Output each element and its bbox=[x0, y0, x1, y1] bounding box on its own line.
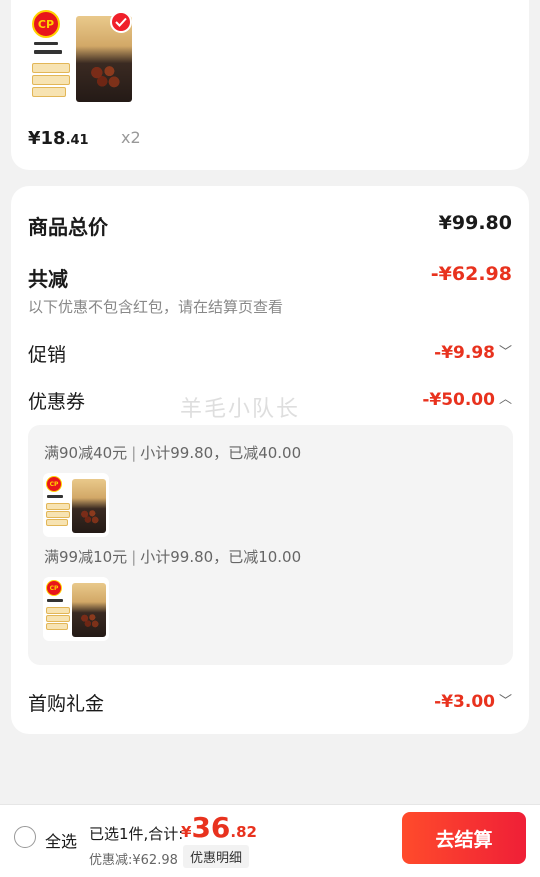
brand-text-line bbox=[47, 599, 63, 602]
checkout-button[interactable]: 去结算 bbox=[402, 812, 526, 864]
brand-logo: CP bbox=[46, 476, 62, 492]
total-int: 36 bbox=[191, 811, 231, 844]
feature-tag bbox=[46, 607, 70, 614]
item-price: ¥18.41 bbox=[28, 128, 89, 149]
check-icon[interactable] bbox=[110, 11, 132, 33]
coupon-rule-text: 满99减10元 bbox=[44, 548, 128, 566]
watermark: 羊毛小队长 bbox=[180, 397, 301, 422]
chevron-down-icon: ﹀ bbox=[498, 694, 512, 709]
coupon-row[interactable]: -¥50.00 ︿ bbox=[422, 388, 512, 410]
brand-logo: CP bbox=[32, 10, 60, 38]
discount-label: 共减 bbox=[28, 267, 68, 291]
item-price-int: ¥18 bbox=[28, 128, 66, 149]
total-label: 商品总价 bbox=[28, 215, 108, 239]
feature-tag bbox=[46, 623, 68, 630]
discount-value: -¥62.98 bbox=[430, 263, 512, 285]
coupon-detail-text: 小计99.80，已减40.00 bbox=[140, 444, 302, 462]
item-price-dec: .41 bbox=[65, 133, 89, 148]
coupon-rule: 满90减40元 | 小计99.80，已减40.00 bbox=[44, 444, 302, 462]
coupon-rule-text: 满90减40元 bbox=[44, 444, 128, 462]
promo-value: -¥9.98 bbox=[434, 343, 495, 363]
coupon-product-thumbnail[interactable]: CP bbox=[43, 473, 109, 537]
feature-tag bbox=[32, 87, 66, 97]
promo-label: 促销 bbox=[28, 344, 67, 366]
total-price: ¥36.82 bbox=[181, 811, 257, 844]
coupon-label: 优惠券 bbox=[28, 391, 86, 413]
product-bag-image bbox=[72, 479, 106, 533]
feature-tag bbox=[46, 519, 68, 526]
item-quantity: x2 bbox=[121, 128, 141, 147]
total-value: ¥99.80 bbox=[438, 212, 512, 234]
gift-value: -¥3.00 bbox=[434, 692, 495, 712]
gift-label: 首购礼金 bbox=[28, 693, 105, 715]
chevron-down-icon: ﹀ bbox=[498, 345, 512, 360]
select-all-radio[interactable] bbox=[14, 826, 36, 848]
brand-logo: CP bbox=[46, 580, 62, 596]
feature-tag bbox=[46, 503, 70, 510]
coupon-value: -¥50.00 bbox=[422, 390, 495, 410]
discount-summary-text: 优惠减:¥62.98 bbox=[89, 853, 178, 868]
brand-text-line bbox=[34, 42, 58, 45]
discount-detail-button[interactable]: 优惠明细 bbox=[183, 845, 250, 868]
feature-tag bbox=[46, 615, 70, 622]
coupon-rule: 满99减10元 | 小计99.80，已减10.00 bbox=[44, 548, 302, 566]
product-name-line bbox=[34, 50, 62, 54]
select-all-label[interactable]: 全选 bbox=[45, 828, 77, 852]
gift-row[interactable]: -¥3.00 ﹀ bbox=[434, 690, 512, 712]
product-bag-image bbox=[72, 583, 106, 637]
chevron-up-icon: ︿ bbox=[498, 392, 512, 407]
promo-row[interactable]: -¥9.98 ﹀ bbox=[434, 341, 512, 363]
total-yen: ¥ bbox=[181, 823, 192, 841]
total-dec: .82 bbox=[230, 823, 257, 841]
coupon-product-thumbnail[interactable]: CP bbox=[43, 577, 109, 641]
discount-note: 以下优惠不包含红包，请在结算页查看 bbox=[28, 298, 284, 316]
coupon-detail-text: 小计99.80，已减10.00 bbox=[140, 548, 302, 566]
feature-tag bbox=[46, 511, 70, 518]
selected-count-text: 已选1件,合计: bbox=[89, 825, 184, 843]
brand-text-line bbox=[47, 495, 63, 498]
feature-tag bbox=[32, 63, 70, 73]
feature-tag bbox=[32, 75, 70, 85]
